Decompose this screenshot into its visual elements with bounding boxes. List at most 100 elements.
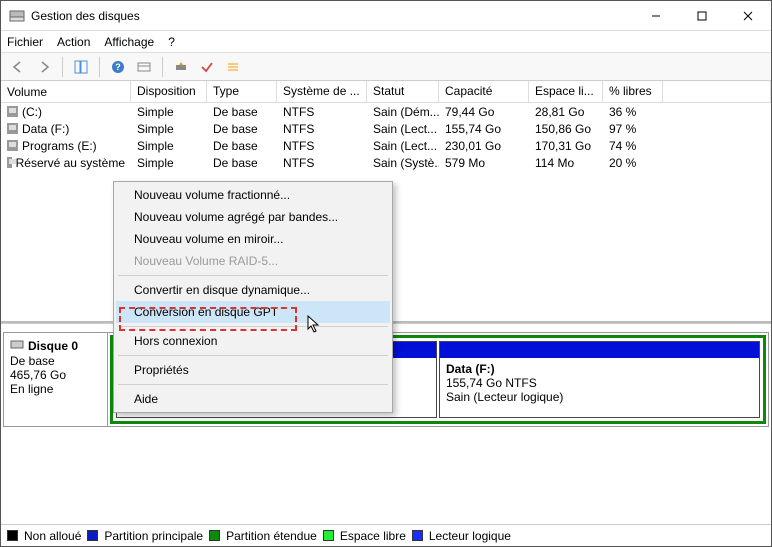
volume-icon [7,157,12,168]
volume-row[interactable]: Programs (E:)SimpleDe baseNTFSSain (Lect… [1,137,771,154]
volume-disposition: Simple [131,105,207,119]
disk-label[interactable]: Disque 0 De base 465,76 Go En ligne [4,333,108,426]
col-disposition[interactable]: Disposition [131,81,207,102]
legend-unallocated: Non alloué [24,529,81,543]
legend-logical: Lecteur logique [429,529,511,543]
volume-icon [7,140,18,151]
volume-status: Sain (Dém... [367,105,439,119]
volume-row[interactable]: Réservé au systèmeSimpleDe baseNTFSSain … [1,154,771,171]
col-type[interactable]: Type [207,81,277,102]
ctx-separator [118,384,388,385]
ctx-new-mirror[interactable]: Nouveau volume en miroir... [116,228,390,250]
volume-icon [7,106,18,117]
ctx-separator [118,326,388,327]
volume-capacity: 230,01 Go [439,139,529,153]
volume-capacity: 79,44 Go [439,105,529,119]
col-filesystem[interactable]: Système de ... [277,81,367,102]
window-title: Gestion des disques [31,9,633,23]
disk-size: 465,76 Go [10,368,101,382]
settings-button[interactable] [133,56,155,78]
cursor-icon [307,315,321,335]
col-percent[interactable]: % libres [603,81,663,102]
volume-fs: NTFS [277,156,367,170]
volume-free: 150,86 Go [529,122,603,136]
ctx-properties[interactable]: Propriétés [116,359,390,381]
app-icon [9,8,25,24]
menu-help[interactable]: ? [168,35,175,49]
swatch-extended [209,530,220,541]
partition[interactable]: Data (F:) 155,74 Go NTFS Sain (Lecteur l… [439,341,760,418]
ctx-help[interactable]: Aide [116,388,390,410]
volume-fs: NTFS [277,105,367,119]
view-mode-button[interactable] [70,56,92,78]
ctx-new-spanned[interactable]: Nouveau volume fractionné... [116,184,390,206]
volume-name: Data (F:) [22,122,69,136]
volume-name: Réservé au système [16,156,125,170]
volume-status: Sain (Lect... [367,122,439,136]
menu-action[interactable]: Action [57,35,90,49]
help-button[interactable]: ? [107,56,129,78]
col-tail [663,81,771,102]
minimize-button[interactable] [633,1,679,31]
ctx-convert-gpt[interactable]: Conversion en disque GPT [116,301,390,323]
ctx-offline[interactable]: Hors connexion [116,330,390,352]
volume-percent: 74 % [603,139,663,153]
ctx-separator [118,355,388,356]
volume-icon [7,123,18,134]
legend-free: Espace libre [340,529,406,543]
partition-header [440,342,759,358]
legend-extended: Partition étendue [226,529,317,543]
volume-header-row: Volume Disposition Type Système de ... S… [1,81,771,103]
maximize-button[interactable] [679,1,725,31]
back-button[interactable] [7,56,29,78]
menu-file[interactable]: Fichier [7,35,43,49]
close-button[interactable] [725,1,771,31]
volume-percent: 36 % [603,105,663,119]
volume-fs: NTFS [277,122,367,136]
legend: Non alloué Partition principale Partitio… [1,524,771,546]
volume-row[interactable]: Data (F:)SimpleDe baseNTFSSain (Lect...1… [1,120,771,137]
toolbar: ? [1,53,771,81]
action-button[interactable] [170,56,192,78]
volume-type: De base [207,122,277,136]
legend-primary: Partition principale [104,529,203,543]
disk-name: Disque 0 [28,339,78,353]
partition-name: Data (F:) [446,362,495,376]
volume-name: Programs (E:) [22,139,97,153]
disk-icon [10,337,24,354]
disk-management-window: Gestion des disques Fichier Action Affic… [0,0,772,547]
volume-free: 170,31 Go [529,139,603,153]
volume-free: 114 Mo [529,156,603,170]
volume-fs: NTFS [277,139,367,153]
volume-percent: 20 % [603,156,663,170]
volume-name: (C:) [22,105,42,119]
volume-row[interactable]: (C:)SimpleDe baseNTFSSain (Dém...79,44 G… [1,103,771,120]
ctx-convert-dynamic[interactable]: Convertir en disque dynamique... [116,279,390,301]
disk-status: En ligne [10,382,101,396]
volume-status: Sain (Lect... [367,139,439,153]
ctx-new-raid5: Nouveau Volume RAID-5... [116,250,390,272]
col-volume[interactable]: Volume [1,81,131,102]
context-menu: Nouveau volume fractionné... Nouveau vol… [113,181,393,413]
volume-type: De base [207,156,277,170]
ctx-separator [118,275,388,276]
svg-text:?: ? [115,62,121,72]
volume-status: Sain (Systè... [367,156,439,170]
menu-view[interactable]: Affichage [104,35,154,49]
col-free[interactable]: Espace li... [529,81,603,102]
ctx-new-striped[interactable]: Nouveau volume agrégé par bandes... [116,206,390,228]
col-capacity[interactable]: Capacité [439,81,529,102]
swatch-free [323,530,334,541]
list-button[interactable] [222,56,244,78]
swatch-unallocated [7,530,18,541]
swatch-primary [87,530,98,541]
titlebar: Gestion des disques [1,1,771,31]
partition-size: 155,74 Go NTFS [446,376,537,390]
col-status[interactable]: Statut [367,81,439,102]
volume-free: 28,81 Go [529,105,603,119]
swatch-logical [412,530,423,541]
volume-capacity: 155,74 Go [439,122,529,136]
forward-button[interactable] [33,56,55,78]
volume-capacity: 579 Mo [439,156,529,170]
check-button[interactable] [196,56,218,78]
